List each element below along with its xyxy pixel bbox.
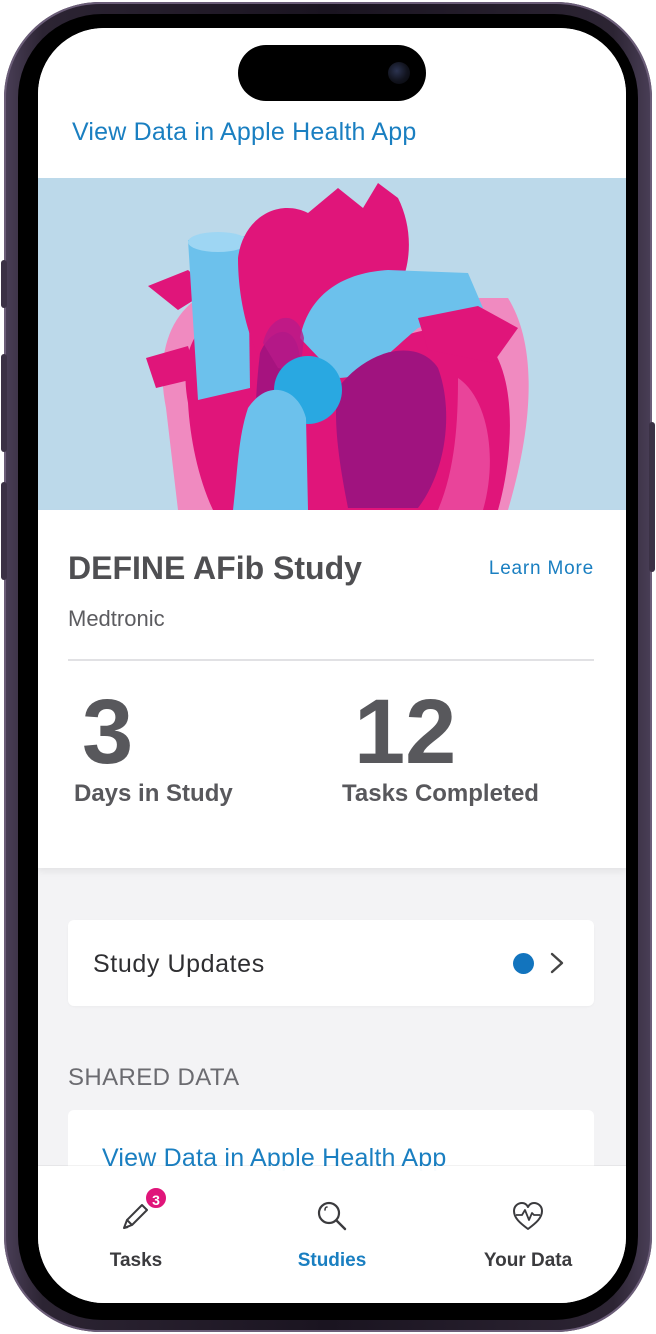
tab-your-data-label: Your Data [483, 1250, 573, 1271]
tab-tasks[interactable]: 3 Tasks [38, 1166, 234, 1303]
study-sponsor: Medtronic [68, 606, 165, 631]
study-hero-image [38, 178, 626, 510]
study-updates-row[interactable]: Study Updates [68, 920, 594, 1006]
divider [68, 659, 594, 661]
tasks-badge: 3 [144, 1186, 168, 1210]
side-button [1, 260, 7, 308]
heart-pulse-icon [513, 1202, 543, 1230]
study-summary-card: DEFINE AFib Study Learn More Medtronic 3… [38, 510, 626, 868]
study-updates-label: Study Updates [93, 950, 265, 978]
chevron-right-icon [550, 952, 564, 974]
phone-frame: View Data in Apple Health App DEFINE AFi… [1, 2, 655, 1332]
unread-dot-icon [513, 953, 534, 974]
apple-health-link[interactable]: View Data in Apple Health App [72, 118, 416, 147]
camera-icon [388, 62, 410, 84]
study-title: DEFINE AFib Study [68, 550, 362, 586]
days-in-study-value: 3 [82, 681, 134, 783]
tab-bar: 3 Tasks Studies Your Data [38, 1166, 626, 1303]
tab-studies[interactable]: Studies [234, 1166, 430, 1303]
tasks-completed-label: Tasks Completed [342, 780, 539, 807]
learn-more-link[interactable]: Learn More [489, 558, 594, 580]
dynamic-island [238, 45, 426, 101]
tab-your-data[interactable]: Your Data [430, 1166, 626, 1303]
heart-illustration [146, 183, 529, 510]
shared-data-header: SHARED DATA [68, 1064, 240, 1091]
days-in-study-label: Days in Study [74, 780, 233, 807]
screen: View Data in Apple Health App DEFINE AFi… [38, 28, 626, 1303]
tab-studies-label: Studies [297, 1250, 367, 1271]
tab-tasks-label: Tasks [109, 1250, 163, 1271]
tasks-completed-value: 12 [354, 681, 457, 783]
volume-up-button [1, 354, 7, 452]
volume-down-button [1, 482, 7, 580]
search-icon [317, 1201, 347, 1231]
power-button [649, 422, 655, 572]
